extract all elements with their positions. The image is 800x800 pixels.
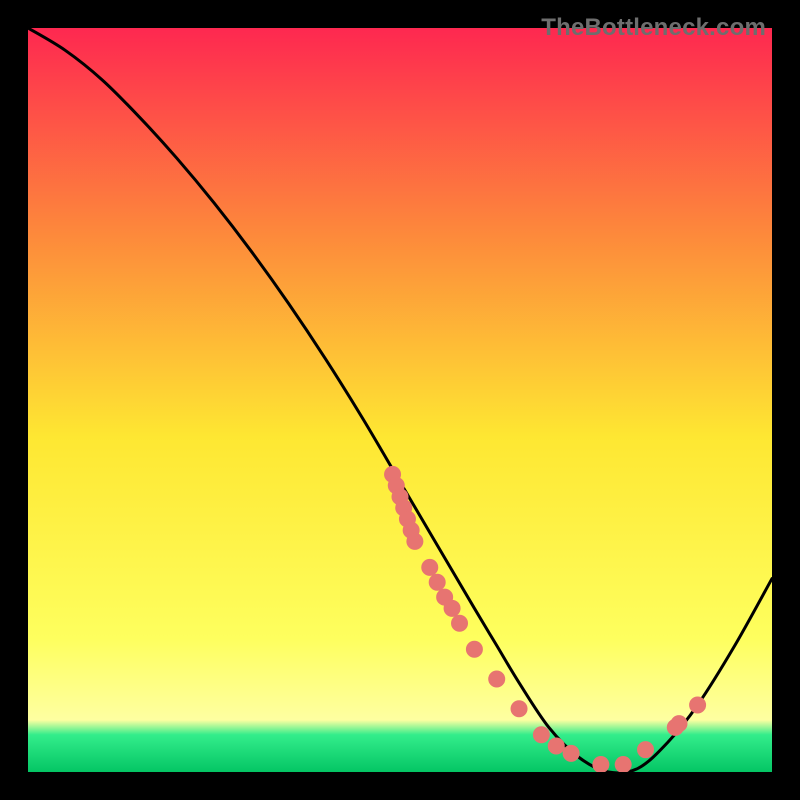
scatter-point: [466, 641, 482, 657]
chart-frame: TheBottleneck.com: [0, 0, 800, 800]
plot-area: [28, 28, 772, 772]
scatter-point: [671, 716, 687, 732]
scatter-point: [429, 574, 445, 590]
scatter-point: [690, 697, 706, 713]
scatter-point: [615, 757, 631, 772]
scatter-point: [407, 533, 423, 549]
scatter-point: [452, 615, 468, 631]
scatter-point: [638, 742, 654, 758]
scatter-point: [489, 671, 505, 687]
scatter-point: [422, 559, 438, 575]
scatter-point: [563, 745, 579, 761]
scatter-point: [444, 600, 460, 616]
background-gradient: [28, 28, 772, 772]
scatter-point: [533, 727, 549, 743]
scatter-point: [511, 701, 527, 717]
scatter-point: [548, 738, 564, 754]
scatter-point: [593, 757, 609, 772]
